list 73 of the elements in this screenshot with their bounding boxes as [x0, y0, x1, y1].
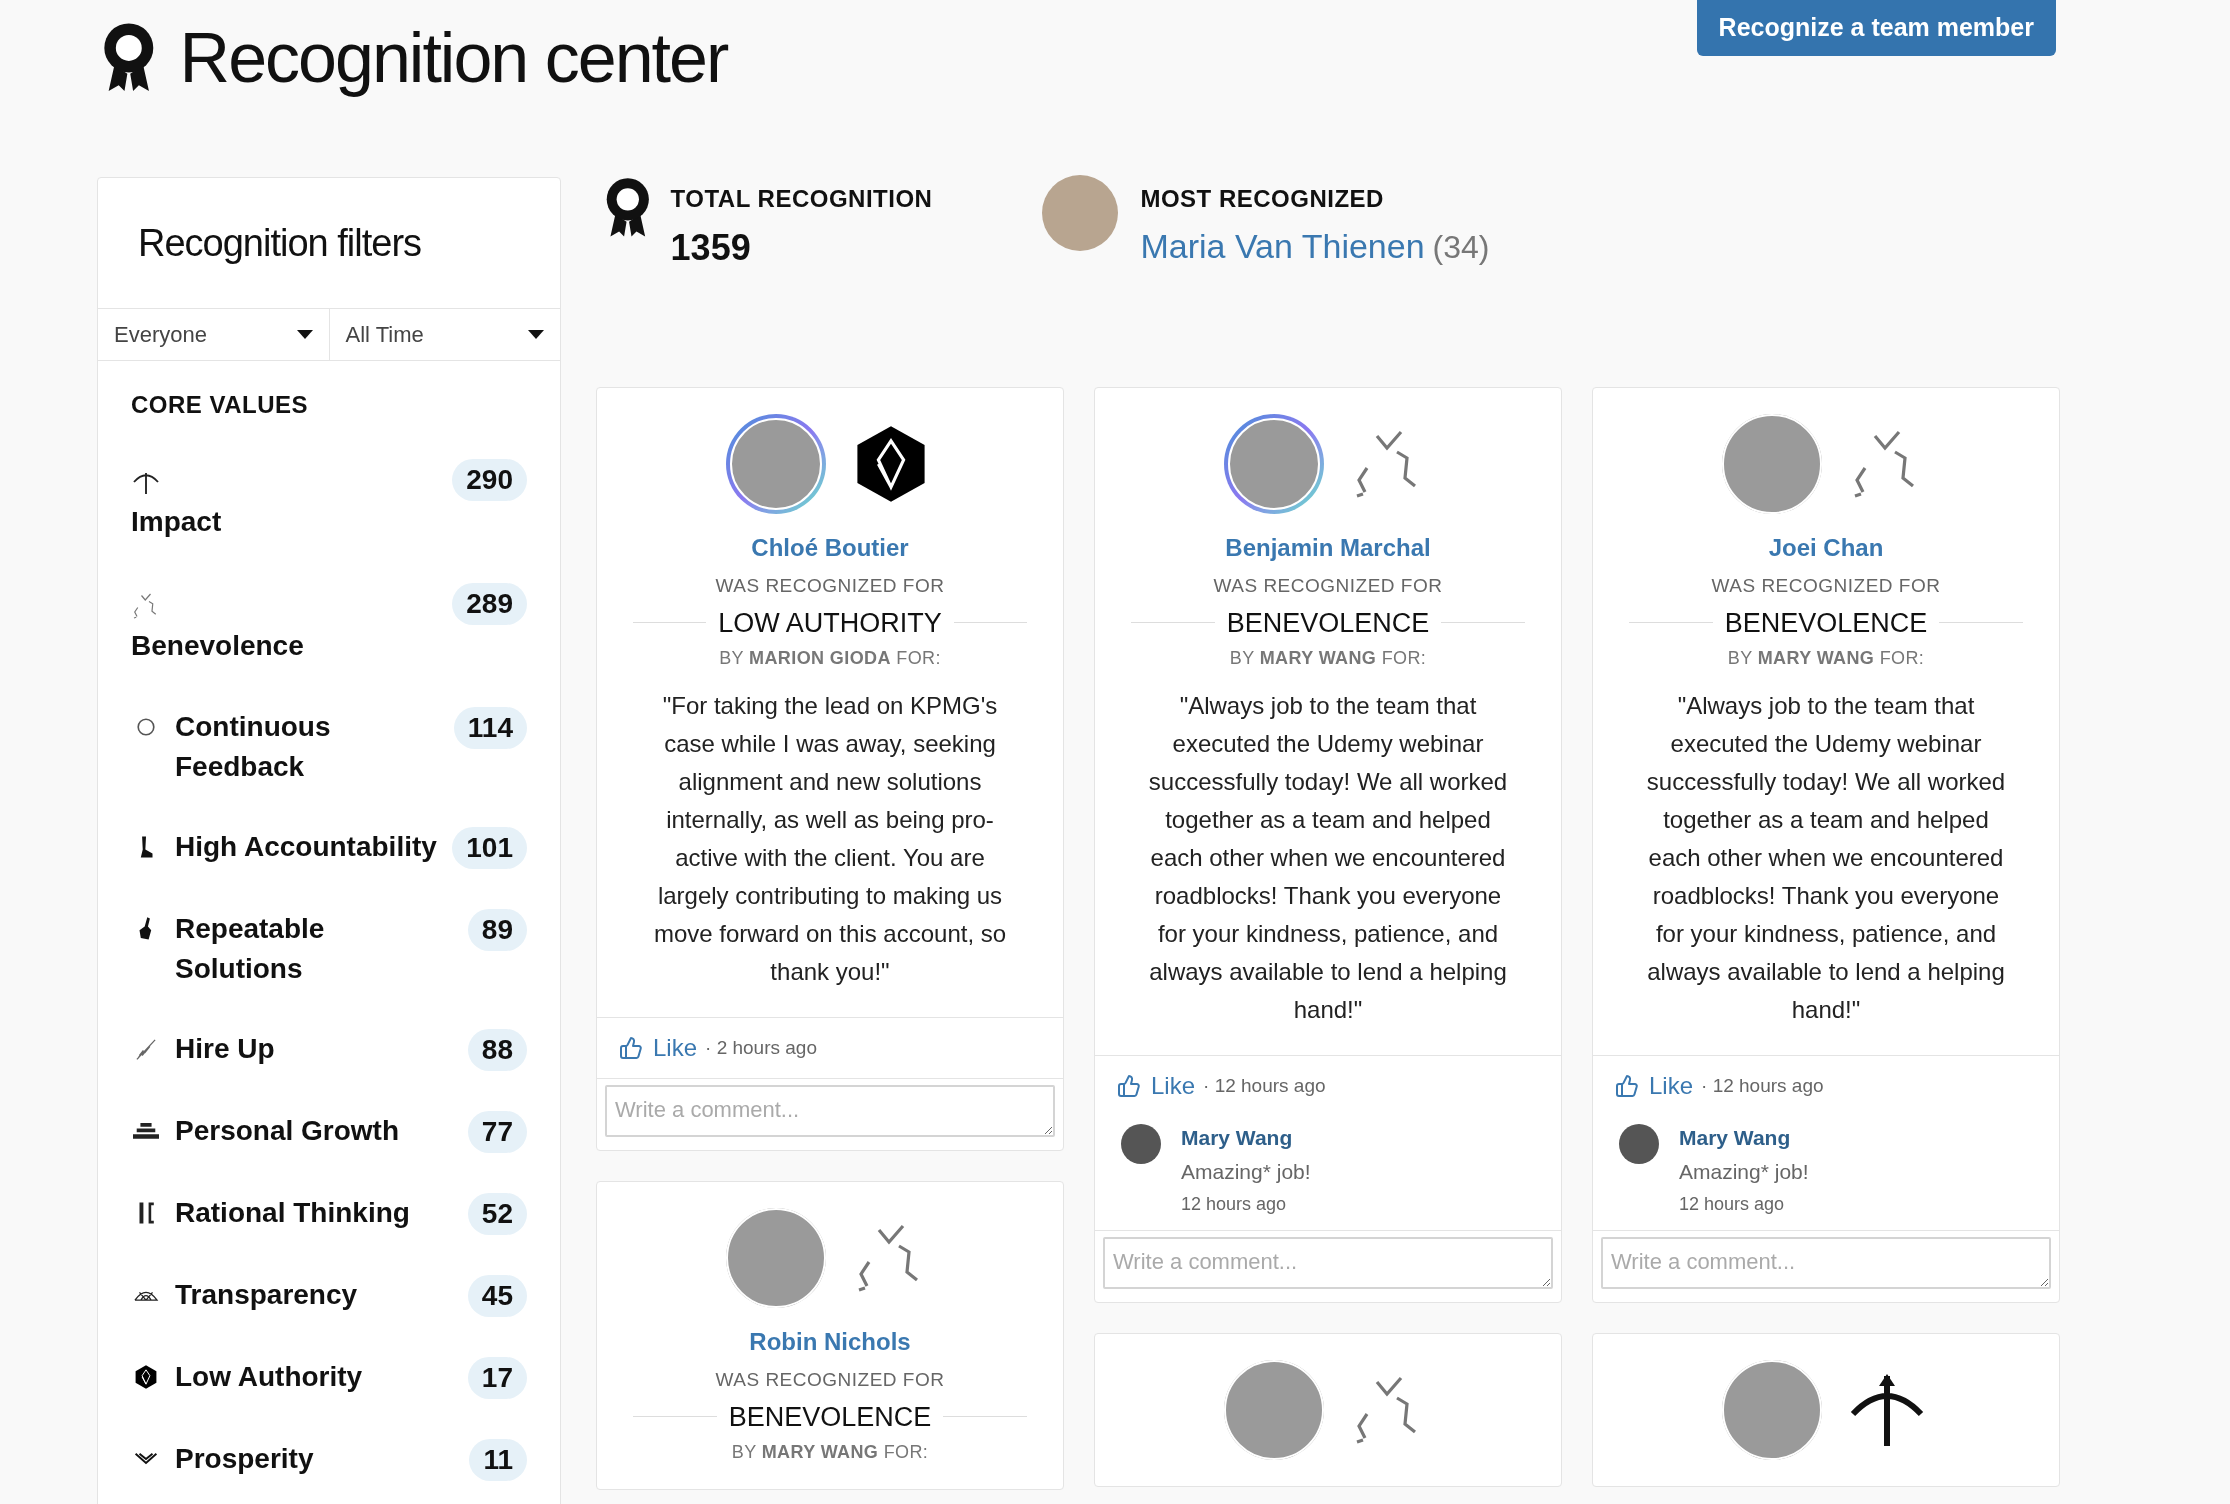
- timestamp-text: · 2 hours ago: [705, 1035, 817, 1060]
- core-value-item[interactable]: Impact 290: [131, 459, 527, 543]
- thumbs-up-icon: [1615, 1074, 1639, 1098]
- filter-dropdown[interactable]: Everyone: [98, 309, 330, 360]
- count-badge: 290: [452, 459, 527, 501]
- core-value-item[interactable]: Repeatable Solutions 89: [131, 909, 527, 989]
- recognition-message: "Always job to the team that executed the Udemy webinar successfully today! We all worked together as a team and helped each other when we encountered roadblocks! Thank you everyone for your kindness, patience, and always available to lend a helping hand!": [1646, 691, 2006, 1025]
- core-value-title: BENEVOLENCE: [1724, 606, 1928, 640]
- thumbs-up-icon: [619, 1036, 643, 1060]
- stairs-icon: [133, 1123, 159, 1139]
- thumbs-up-icon: [1117, 1074, 1141, 1098]
- recognize-button[interactable]: Recognize a team member: [1696, 0, 2056, 56]
- caption-text: WAS RECOGNIZED FOR: [1213, 574, 1443, 598]
- count-badge: 77: [467, 1111, 527, 1153]
- comment-field[interactable]: Write a comment...: [1103, 1237, 1553, 1289]
- timestamp-text: · 12 hours ago: [1203, 1073, 1326, 1098]
- comment-text: Amazing* job!: [1679, 1158, 1809, 1185]
- recognized-by-text: BY MARY WANG FOR:: [731, 1441, 929, 1463]
- core-value-item[interactable]: Continuous Feedback 114: [131, 707, 527, 787]
- comment-field[interactable]: Write a comment...: [1601, 1237, 2051, 1289]
- core-value-item[interactable]: Prosperity 11: [131, 1439, 527, 1481]
- comment-author: Mary Wang: [1181, 1125, 1294, 1151]
- recipient-name-link[interactable]: Robin Nichols: [749, 1324, 911, 1360]
- core-value-title: LOW AUTHORITY: [718, 606, 942, 640]
- caption-text: WAS RECOGNIZED FOR: [1711, 574, 1941, 598]
- stat-label: TOTAL RECOGNITION: [670, 184, 933, 214]
- count-badge: 45: [467, 1275, 527, 1317]
- section-heading: CORE VALUES: [131, 390, 309, 420]
- panel-title: Recognition filters: [138, 220, 422, 266]
- count-badge: 101: [452, 827, 527, 869]
- employee-name-link[interactable]: Maria Van Thienen: [1140, 221, 1425, 272]
- filter-dropdown[interactable]: All Time: [329, 309, 560, 360]
- comment-time: 12 hours ago: [1679, 1193, 1786, 1216]
- core-value-item[interactable]: Transparency 45: [131, 1275, 527, 1317]
- timestamp-text: · 12 hours ago: [1701, 1073, 1824, 1098]
- count-badge: 289: [452, 583, 527, 625]
- recognized-by-text: BY MARION GIODA FOR:: [719, 647, 941, 669]
- caret-icon: [296, 329, 313, 340]
- stat-label: MOST RECOGNIZED: [1140, 184, 1385, 214]
- count-badge: 52: [467, 1193, 527, 1235]
- caption-text: WAS RECOGNIZED FOR: [715, 574, 945, 598]
- count-badge: 11: [469, 1439, 527, 1481]
- recognized-by-text: BY MARY WANG FOR:: [1727, 647, 1925, 669]
- core-value-title: BENEVOLENCE: [728, 1400, 932, 1434]
- core-value-item[interactable]: Rational Thinking 52: [131, 1193, 527, 1235]
- core-value-item[interactable]: Hire Up 88: [131, 1029, 527, 1071]
- core-value-item[interactable]: High Accountability 101: [131, 827, 527, 869]
- core-value-item[interactable]: Low Authority 17: [131, 1357, 527, 1399]
- recognition-count: (34): [1432, 228, 1490, 267]
- recipient-name-link[interactable]: Chloé Boutier: [751, 530, 909, 566]
- count-badge: 89: [467, 909, 527, 951]
- count-badge: 114: [453, 707, 527, 749]
- recipient-name-link[interactable]: Joei Chan: [1768, 530, 1884, 566]
- caret-icon: [528, 329, 544, 340]
- count-badge: 17: [467, 1357, 527, 1399]
- recognition-message: "For taking the lead on KPMG's case while I was away, seeking alignment and new solutions internally, as well as being pro-active with the client. You are largely contributing to making us move forward on this account, so thank you!": [652, 691, 1008, 987]
- comment-time: 12 hours ago: [1181, 1193, 1288, 1216]
- comment-text: Amazing* job!: [1181, 1158, 1311, 1185]
- count-badge: 88: [467, 1029, 527, 1071]
- recognition-message: "Always job to the team that executed the Udemy webinar successfully today! We all worked together as a team and helped each other when we encountered roadblocks! Thank you everyone for your kindness, patience, and always available to lend a helping hand!": [1148, 691, 1508, 1025]
- stat-value: 1359: [670, 226, 752, 270]
- like-button[interactable]: Like: [1117, 1068, 1196, 1104]
- core-value-title: BENEVOLENCE: [1226, 606, 1430, 640]
- like-button[interactable]: Like: [1615, 1068, 1694, 1104]
- core-value-item[interactable]: Personal Growth 77: [131, 1111, 527, 1153]
- like-button[interactable]: Like: [619, 1030, 698, 1066]
- recognized-by-text: BY MARY WANG FOR:: [1229, 647, 1427, 669]
- comment-field[interactable]: Write a comment...: [605, 1085, 1055, 1137]
- comment-author: Mary Wang: [1679, 1125, 1792, 1151]
- hexagon-icon: [133, 1364, 159, 1390]
- caption-text: WAS RECOGNIZED FOR: [715, 1368, 945, 1392]
- recipient-name-link[interactable]: Benjamin Marchal: [1225, 530, 1431, 566]
- core-value-item[interactable]: Benevolence 289: [131, 583, 527, 667]
